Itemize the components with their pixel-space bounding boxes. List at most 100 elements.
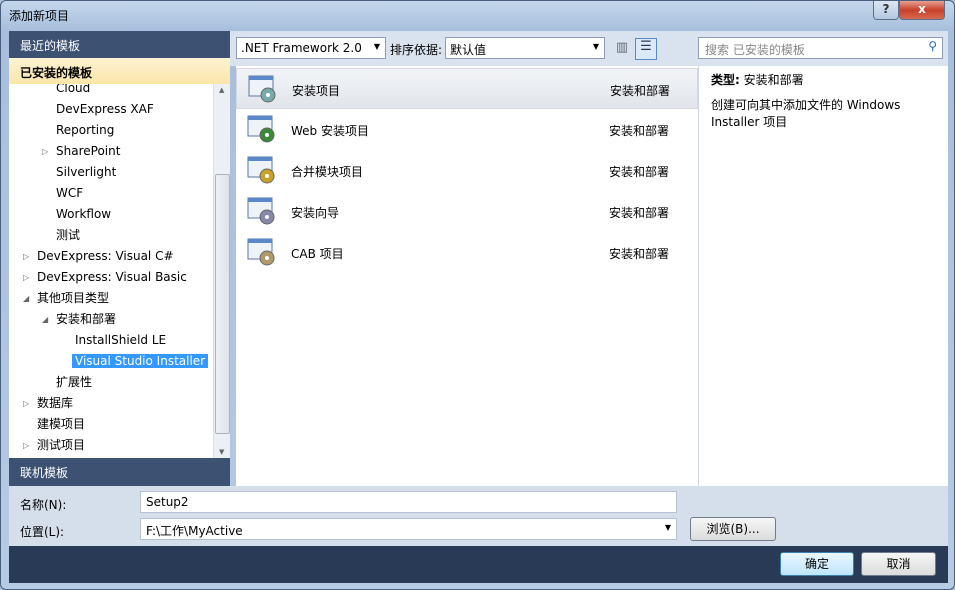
tree-item[interactable]: InstallShield LE [75,330,166,351]
tree-item[interactable]: ▷ DevExpress: Visual Basic [23,267,187,288]
tree-item-label: Reporting [56,123,115,137]
tree-item[interactable]: 扩展性 [56,372,92,393]
button-bar: 确定 取消 [9,546,948,583]
tree-item[interactable]: ▷ SharePoint [42,141,121,162]
sort-select[interactable]: 默认值 ▼ [445,37,605,59]
search-input[interactable]: 搜索 已安装的模板 ⚲ [698,37,943,59]
template-sidebar: 最近的模板 已安装的模板 Cloud DevExpress XAF Reportin… [9,31,230,486]
tree-item-label: Workflow [56,207,112,221]
installed-templates[interactable]: 已安装的模板 [9,58,230,84]
medium-icons-view-icon[interactable]: ▥ [612,39,632,59]
scroll-up-icon[interactable]: ▲ [219,86,224,94]
scroll-thumb[interactable] [215,174,230,434]
help-button[interactable]: ? [873,1,899,20]
template-category: 安装和部署 [609,247,670,261]
template-name: Web 安装项目 [291,124,369,138]
location-value: F:\工作\MyActive [146,524,243,538]
setup-project-icon [248,75,276,103]
tree-item[interactable]: Silverlight [56,162,116,183]
browse-button[interactable]: 浏览(B)... [690,517,776,541]
project-form: 名称(N): Setup2 位置(L): F:\工作\MyActive ▼ 浏览(… [9,486,948,546]
tree-item-label: SharePoint [56,144,121,158]
framework-select[interactable]: .NET Framework 2.0 ▼ [236,37,386,59]
collapsed-arrow-icon[interactable]: ▷ [42,141,48,162]
tree-item[interactable]: 建模项目 [37,414,85,435]
scroll-down-icon[interactable]: ▼ [219,448,224,456]
sort-label: 排序依据: [390,43,443,57]
expanded-arrow-icon[interactable]: ◢ [23,288,29,309]
tree-item-label: InstallShield LE [75,333,167,347]
location-label: 位置(L): [20,525,65,539]
collapsed-arrow-icon[interactable]: ▷ [23,267,29,288]
tree-item-label: WCF [56,186,84,200]
tree-item[interactable]: Cloud [56,84,90,99]
name-label: 名称(N): [20,498,67,512]
tree-item[interactable]: DevExpress XAF [56,99,154,120]
template-name: 安装项目 [292,84,341,98]
tree-item[interactable]: Visual Studio Installer [72,351,209,372]
template-item[interactable]: 安装向导 安装和部署 [236,191,698,232]
tree-item[interactable]: ▷ 数据库 [23,393,74,414]
cancel-button[interactable]: 取消 [861,552,936,576]
tree-item-label: 数据库 [37,396,74,410]
list-view-icon[interactable]: ☰ [635,38,657,60]
cab-project-icon [247,238,275,266]
search-icon[interactable]: ⚲ [928,39,937,53]
tree-item[interactable]: 测试 [56,225,80,246]
template-category: 安装和部署 [609,206,670,220]
chevron-down-icon: ▼ [592,42,599,51]
template-item[interactable]: Web 安装项目 安装和部署 [236,109,698,150]
dialog-window: 添加新项目 ? x 最近的模板 已安装的模板 Cloud DevExpress X… [0,0,955,590]
online-templates[interactable]: 联机模板 [9,458,230,486]
tree-item-label: 测试 [56,228,81,242]
collapsed-arrow-icon[interactable]: ▷ [23,246,29,267]
tree-item[interactable]: ◢ 其他项目类型 [23,288,110,309]
tree-item-label: 测试项目 [37,438,86,452]
template-category: 安装和部署 [610,84,671,98]
expanded-arrow-icon[interactable]: ◢ [42,309,48,330]
chevron-down-icon: ▼ [373,42,380,51]
merge-module-icon [247,156,275,184]
tree-item-label: DevExpress XAF [56,102,154,116]
tree-item[interactable]: ▷ DevExpress: Visual C# [23,246,174,267]
location-combobox[interactable]: F:\工作\MyActive ▼ [140,518,677,540]
tree-item-label: Cloud [56,84,91,95]
ok-button[interactable]: 确定 [780,552,854,576]
setup-wizard-icon [247,197,275,225]
template-item[interactable]: 安装项目 安装和部署 [236,68,698,109]
template-name: 合并模块项目 [291,165,364,179]
type-label: 类型: [711,73,740,87]
template-name: 安装向导 [291,206,340,220]
chevron-down-icon[interactable]: ▼ [665,523,671,532]
collapsed-arrow-icon[interactable]: ▷ [23,435,29,456]
toolbar: .NET Framework 2.0 ▼ 排序依据: 默认值 ▼ ▥ ☰ 搜索 已安… [230,31,948,66]
tree-item[interactable]: ◢ 安装和部署 [42,309,117,330]
collapsed-arrow-icon[interactable]: ▷ [23,393,29,414]
template-category: 安装和部署 [609,165,670,179]
recent-templates[interactable]: 最近的模板 [9,31,230,58]
tree-item-label: 安装和部署 [56,312,117,326]
tree-item[interactable]: Workflow [56,204,111,225]
sort-value: 默认值 [450,43,487,57]
tree-item-label: 建模项目 [37,417,86,431]
tree-item-label: Visual Studio Installer [72,354,209,368]
framework-value: .NET Framework 2.0 [241,41,362,55]
tree-item-label: 其他项目类型 [37,291,110,305]
template-item[interactable]: 合并模块项目 安装和部署 [236,150,698,191]
close-button[interactable]: x [899,1,945,20]
template-category: 安装和部署 [609,124,670,138]
tree-scrollbar[interactable]: ▲ ▼ [213,84,230,458]
web-setup-icon [247,115,275,143]
tree-item[interactable]: WCF [56,183,83,204]
template-tree: Cloud DevExpress XAF Reporting ▷ SharePoint S… [9,84,213,458]
template-item[interactable]: CAB 项目 安装和部署 [236,232,698,273]
template-description: 创建可向其中添加文件的 Windows Installer 项目 [711,98,901,129]
template-name: CAB 项目 [291,247,344,261]
tree-item-label: Silverlight [56,165,117,179]
window-title: 添加新项目 [9,9,70,23]
details-panel: 类型: 安装和部署 创建可向其中添加文件的 Windows Installer … [698,66,948,486]
tree-item[interactable]: Reporting [56,120,114,141]
type-value: 安装和部署 [743,73,804,87]
tree-item[interactable]: ▷ 测试项目 [23,435,86,456]
name-input[interactable]: Setup2 [140,491,677,513]
